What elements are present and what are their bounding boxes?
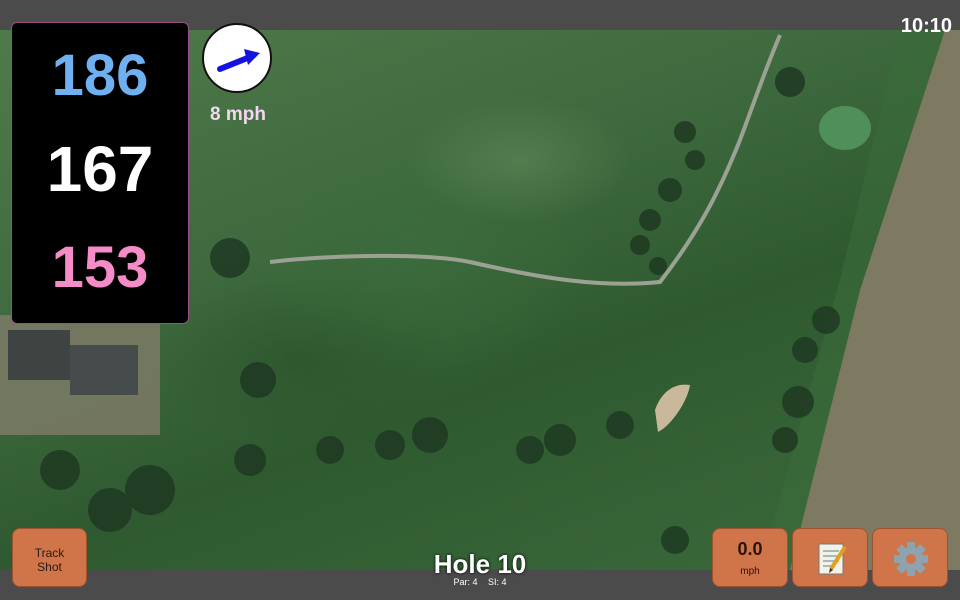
hole-info: Par: 4 SI: 4 [380,577,580,587]
speed-button[interactable]: 0.0 mph [712,528,788,587]
front-yardage: 153 [51,235,149,300]
yardage-panel: 186 167 153 [11,22,189,324]
clubhouse-roof [8,330,70,380]
track-shot-label-2: Shot [37,560,62,574]
gear-icon [894,542,928,576]
speed-unit: mph [740,566,760,577]
track-shot-label-1: Track [34,546,65,560]
bunker [655,384,690,432]
notes-button[interactable] [792,528,868,587]
putting-green [819,106,871,150]
settings-button[interactable] [872,528,948,587]
wind-speed: 8 mph [210,104,266,125]
hole-title: Hole 10 [433,549,527,579]
notepad-icon [818,543,847,575]
back-yardage: 186 [51,43,149,108]
clubhouse-roof-2 [70,345,138,395]
track-shot-button[interactable]: Track Shot [12,528,87,587]
hole-par: Par: 4 [453,577,478,587]
middle-yardage: 167 [46,133,154,205]
wind-arrow-icon [217,49,260,72]
speed-value: 0.0 [737,539,763,559]
clock: 10:10 [900,15,952,37]
farm-field [790,30,960,570]
hole-si: SI: 4 [488,577,507,587]
wind-direction-dial [202,23,272,93]
